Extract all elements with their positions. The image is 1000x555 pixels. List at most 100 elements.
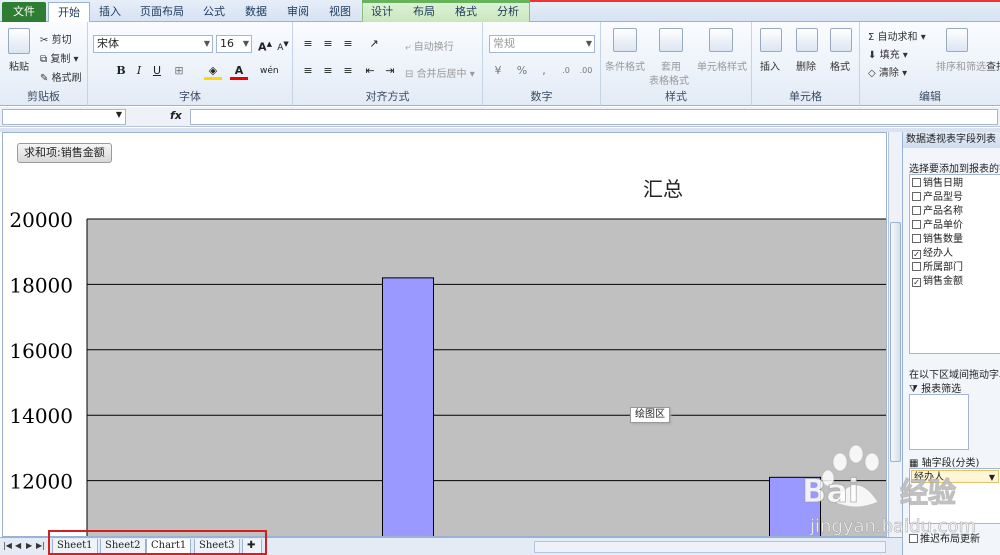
decrease-indent-icon[interactable]: ⇤ xyxy=(361,62,379,80)
next-sheet-icon[interactable]: ▶ xyxy=(26,541,32,550)
font-name-select[interactable]: 宋体 ▼ xyxy=(93,35,213,53)
align-center-icon[interactable]: ≡ xyxy=(319,62,337,80)
tab-layout[interactable]: 布局 xyxy=(404,2,444,22)
delete-cells-button[interactable]: 删除 xyxy=(796,58,816,73)
merge-center-button[interactable]: ⊟ 合并后居中 ▾ xyxy=(405,65,475,80)
field-item[interactable]: 销售日期 xyxy=(912,177,963,190)
insert-cells-button[interactable]: 插入 xyxy=(760,58,780,73)
underline-icon[interactable]: U xyxy=(148,62,166,80)
italic-icon[interactable]: I xyxy=(130,62,148,80)
currency-icon[interactable]: ¥ xyxy=(489,62,507,80)
defer-update-option[interactable]: 推迟布局更新 xyxy=(909,530,980,545)
axis-fields-drop-area[interactable]: 经办人 ▼ xyxy=(909,468,1000,524)
find-select-button[interactable]: 查找 xyxy=(986,58,1000,73)
sort-filter-icon[interactable] xyxy=(946,28,968,52)
checkbox-icon[interactable] xyxy=(912,206,921,215)
vertical-scrollbar[interactable] xyxy=(888,132,902,537)
cut-button[interactable]: ✂ 剪切 xyxy=(40,31,72,46)
align-middle-icon[interactable]: ≡ xyxy=(319,35,337,53)
cell-styles-button[interactable]: 单元格样式 xyxy=(697,58,747,73)
bar xyxy=(382,277,434,536)
formula-input[interactable] xyxy=(190,109,998,125)
increase-indent-icon[interactable]: ⇥ xyxy=(381,62,399,80)
chart-area[interactable]: 求和项:销售金额 汇总 20000 18000 16000 14000 12000 绘图… xyxy=(2,132,887,537)
first-sheet-icon[interactable]: |◀ xyxy=(3,541,12,550)
cell-styles-icon[interactable] xyxy=(709,28,733,52)
axis-field-chip[interactable]: 经办人 ▼ xyxy=(911,470,999,483)
tab-analyze[interactable]: 分析 xyxy=(488,2,528,22)
autosum-button[interactable]: Σ 自动求和 ▾ xyxy=(868,28,926,43)
report-filter-drop-area[interactable] xyxy=(909,394,969,450)
tab-review[interactable]: 审阅 xyxy=(278,2,318,22)
tab-page-layout[interactable]: 页面布局 xyxy=(134,2,190,22)
field-item[interactable]: 产品名称 xyxy=(912,205,963,218)
orientation-icon[interactable]: ↗ xyxy=(365,35,383,53)
shrink-font-icon[interactable]: A▼ xyxy=(274,35,292,53)
wrap-text-button[interactable]: ⤶ 自动换行 xyxy=(405,38,454,53)
field-item[interactable]: ✓ 销售金额 xyxy=(912,275,963,288)
decrease-decimal-icon[interactable]: .00 xyxy=(577,62,595,80)
checkbox-icon[interactable] xyxy=(912,220,921,229)
fill-color-icon[interactable]: ◈ xyxy=(204,62,222,80)
field-item[interactable]: 产品单价 xyxy=(912,219,963,232)
conditional-format-button[interactable]: 条件格式 xyxy=(605,58,645,73)
last-sheet-icon[interactable]: ▶| xyxy=(36,541,45,550)
y-tick-label: 12000 xyxy=(9,470,73,494)
conditional-format-icon[interactable] xyxy=(613,28,637,52)
format-table-button-line2[interactable]: 表格格式 xyxy=(649,72,689,87)
checkbox-checked-icon[interactable]: ✓ xyxy=(912,278,921,287)
field-item[interactable]: 销售数量 xyxy=(912,233,963,246)
group-label-number: 数字 xyxy=(530,90,553,103)
checkbox-icon[interactable] xyxy=(912,178,921,187)
horizontal-scrollbar[interactable] xyxy=(534,541,886,553)
font-size-select[interactable]: 16 ▼ xyxy=(216,35,252,53)
tab-view[interactable]: 视图 xyxy=(320,2,360,22)
increase-decimal-icon[interactable]: .0 xyxy=(557,62,575,80)
paste-button[interactable]: 粘贴 xyxy=(9,58,29,73)
sort-filter-button[interactable]: 排序和筛选 xyxy=(936,58,986,73)
checkbox-icon[interactable] xyxy=(912,192,921,201)
scrollbar-thumb[interactable] xyxy=(890,222,901,462)
field-item[interactable]: ✓ 经办人 xyxy=(912,247,953,260)
percent-icon[interactable]: % xyxy=(513,62,531,80)
insert-function-icon[interactable]: fx xyxy=(170,109,182,122)
phonetic-icon[interactable]: wén xyxy=(260,62,279,80)
checkbox-icon[interactable] xyxy=(912,262,921,271)
tab-data[interactable]: 数据 xyxy=(236,2,276,22)
align-top-icon[interactable]: ≡ xyxy=(299,35,317,53)
align-left-icon[interactable]: ≡ xyxy=(299,62,317,80)
tab-formulas[interactable]: 公式 xyxy=(194,2,234,22)
comma-icon[interactable]: , xyxy=(535,62,553,80)
copy-button[interactable]: ⧉ 复制 ▾ xyxy=(40,50,79,65)
field-item[interactable]: 产品型号 xyxy=(912,191,963,204)
format-painter-button[interactable]: ✎ 格式刷 xyxy=(40,69,82,84)
tab-design[interactable]: 设计 xyxy=(362,2,402,22)
checkbox-icon[interactable] xyxy=(909,534,918,543)
font-color-icon[interactable]: A xyxy=(230,62,248,80)
tab-format[interactable]: 格式 xyxy=(446,2,486,22)
name-box[interactable]: ▼ xyxy=(2,109,126,125)
checkbox-icon[interactable] xyxy=(912,234,921,243)
bold-icon[interactable]: B xyxy=(112,62,130,80)
checkbox-checked-icon[interactable]: ✓ xyxy=(912,250,921,259)
format-cells-icon[interactable] xyxy=(830,28,852,52)
insert-cells-icon[interactable] xyxy=(760,28,782,52)
field-item[interactable]: 所属部门 xyxy=(912,261,963,274)
align-bottom-icon[interactable]: ≡ xyxy=(339,35,357,53)
tab-file[interactable]: 文件 xyxy=(2,2,46,22)
tab-home[interactable]: 开始 xyxy=(48,2,90,23)
tab-insert[interactable]: 插入 xyxy=(92,2,128,22)
number-format-select[interactable]: 常规 ▼ xyxy=(489,35,595,53)
align-right-icon[interactable]: ≡ xyxy=(339,62,357,80)
delete-cells-icon[interactable] xyxy=(796,28,818,52)
table-format-icon[interactable] xyxy=(659,28,683,52)
clear-button[interactable]: ◇ 清除 ▾ xyxy=(868,64,907,79)
grow-font-icon[interactable]: A▲ xyxy=(256,35,274,54)
prev-sheet-icon[interactable]: ◀ xyxy=(15,541,21,550)
format-cells-button[interactable]: 格式 xyxy=(830,58,850,73)
group-label-cells: 单元格 xyxy=(789,90,822,103)
border-icon[interactable]: ⊞ xyxy=(170,62,188,80)
paste-icon[interactable] xyxy=(8,28,30,54)
format-table-button[interactable]: 套用 xyxy=(661,58,681,73)
fill-button[interactable]: ⬇ 填充 ▾ xyxy=(868,46,908,61)
